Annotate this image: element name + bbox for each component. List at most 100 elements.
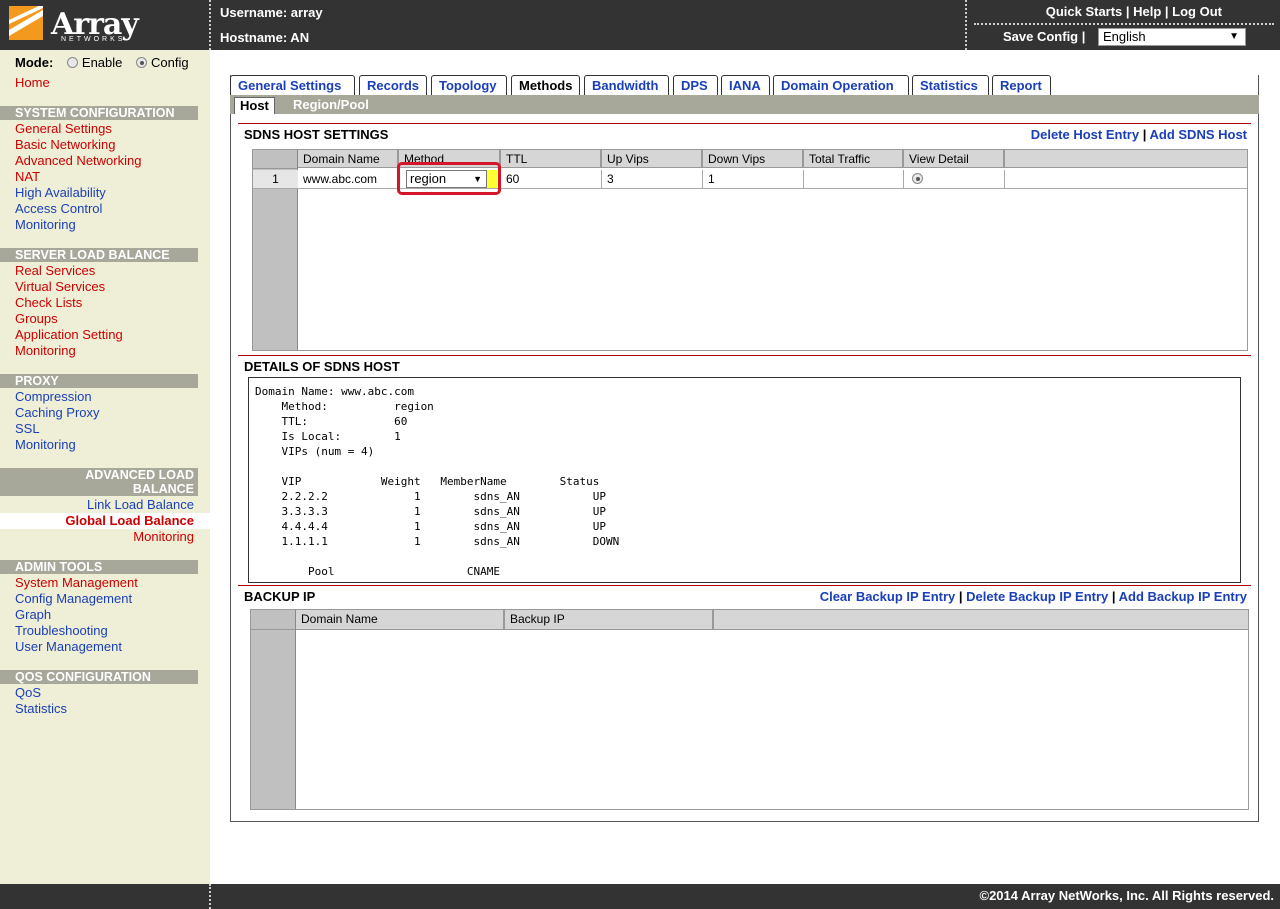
section-server-load-balance: SERVER LOAD BALANCE [0,248,198,262]
cell-total-traffic [804,170,904,189]
tab-statistics[interactable]: Statistics [912,75,989,95]
home-link[interactable]: Home [15,75,50,90]
subtab-region-pool[interactable]: Region/Pool [288,97,374,114]
nav-user-management[interactable]: User Management [15,639,122,655]
nav-general-settings[interactable]: General Settings [15,121,112,137]
section-proxy: PROXY [0,374,198,388]
nav-application-setting[interactable]: Application Setting [15,327,123,343]
mode-config-label: Config [151,55,189,70]
nav-config-management[interactable]: Config Management [15,591,132,607]
language-select[interactable]: English ▼ [1098,28,1246,46]
tab-topology[interactable]: Topology [431,75,507,95]
nav-ssl[interactable]: SSL [15,421,40,437]
section-divider [238,355,1251,356]
tab-methods[interactable]: Methods [511,75,580,95]
grid-corner [253,150,298,169]
sidebar: Mode: Enable Config Home SYSTEM CONFIGUR… [0,50,210,884]
section-divider [238,123,1251,124]
tab-iana[interactable]: IANA [721,75,770,95]
highlight-box [397,162,501,195]
nav-advanced-networking[interactable]: Advanced Networking [15,153,141,169]
row-gutter [251,610,296,809]
col-backup-ip[interactable]: Backup IP [505,610,714,630]
tab-general-settings[interactable]: General Settings [230,75,355,95]
username-label: Username: array [220,5,323,20]
nav-system-monitoring[interactable]: Monitoring [15,217,76,233]
save-config-link[interactable]: Save Config | [1003,29,1085,44]
footer: ©2014 Array NetWorks, Inc. All Rights re… [0,884,1280,909]
header-divider [209,0,211,50]
action-separator: | [1142,127,1150,142]
view-detail-radio[interactable] [912,173,923,184]
nav-proxy-monitoring[interactable]: Monitoring [15,437,76,453]
nav-graph[interactable]: Graph [15,607,51,623]
cell-down-vips[interactable]: 1 [703,170,804,189]
mode-config-radio[interactable] [136,57,148,68]
col-ttl[interactable]: TTL [501,150,602,168]
quick-links[interactable]: Quick Starts | Help | Log Out [1046,4,1222,19]
tab-bandwidth[interactable]: Bandwidth [584,75,669,95]
details-title: DETAILS OF SDNS HOST [244,359,400,374]
logo-subtext: NETWORKS [61,36,126,43]
mode-selector: Mode: Enable Config [15,55,189,70]
host-settings-title: SDNS HOST SETTINGS [244,127,389,142]
nav-basic-networking[interactable]: Basic Networking [15,137,115,153]
tab-report[interactable]: Report [992,75,1051,95]
nav-slb-monitoring[interactable]: Monitoring [15,343,76,359]
nav-global-load-balance[interactable]: Global Load Balance [65,513,194,529]
add-backup-ip-link[interactable]: Add Backup IP Entry [1119,589,1247,604]
cell-up-vips[interactable]: 3 [602,170,703,189]
col-view-detail[interactable]: View Detail [904,150,1005,168]
tab-records[interactable]: Records [359,75,427,95]
subtab-bar: Host Region/Pool [230,95,1259,114]
clear-backup-ip-link[interactable]: Clear Backup IP Entry [820,589,956,604]
nav-real-services[interactable]: Real Services [15,263,95,279]
nav-link-load-balance[interactable]: Link Load Balance [87,497,194,513]
tab-domain-operation[interactable]: Domain Operation [773,75,909,95]
section-admin-tools: ADMIN TOOLS [0,560,198,574]
section-advanced-load-balance: ADVANCED LOAD BALANCE [0,468,198,496]
copyright-text: ©2014 Array NetWorks, Inc. All Rights re… [979,888,1275,903]
nav-access-control[interactable]: Access Control [15,201,102,217]
col-total-traffic[interactable]: Total Traffic [804,150,904,168]
hostname-label: Hostname: AN [220,30,310,45]
row-number: 1 [253,170,298,189]
nav-alb-monitoring[interactable]: Monitoring [133,529,194,545]
nav-qos[interactable]: QoS [15,685,41,701]
nav-compression[interactable]: Compression [15,389,92,405]
nav-troubleshooting[interactable]: Troubleshooting [15,623,108,639]
nav-statistics[interactable]: Statistics [15,701,67,717]
nav-nat[interactable]: NAT [15,169,40,185]
cell-domain-name[interactable]: www.abc.com [298,170,399,189]
section-title-line2: BALANCE [132,482,194,496]
details-panel: Domain Name: www.abc.com Method: region … [248,377,1241,583]
nav-system-management[interactable]: System Management [15,575,138,591]
nav-groups[interactable]: Groups [15,311,58,327]
col-filler [1005,150,1247,168]
nav-caching-proxy[interactable]: Caching Proxy [15,405,100,421]
section-system-configuration: SYSTEM CONFIGURATION [0,106,198,120]
array-logo: Array NETWORKS [9,6,149,46]
mode-enable-label: Enable [81,55,123,70]
top-header: Array NETWORKS Username: array Hostname:… [0,0,1280,50]
col-backup-domain-name[interactable]: Domain Name [296,610,505,630]
add-sdns-host-link[interactable]: Add SDNS Host [1150,127,1248,142]
host-actions: Delete Host Entry | Add SDNS Host [1031,127,1247,142]
cell-filler [1005,170,1247,189]
cell-view-detail [904,170,1005,189]
nav-virtual-services[interactable]: Virtual Services [15,279,105,295]
tab-dps[interactable]: DPS [673,75,718,95]
col-up-vips[interactable]: Up Vips [602,150,703,168]
delete-host-entry-link[interactable]: Delete Host Entry [1031,127,1139,142]
nav-high-availability[interactable]: High Availability [15,185,106,201]
col-down-vips[interactable]: Down Vips [703,150,804,168]
delete-backup-ip-link[interactable]: Delete Backup IP Entry [966,589,1108,604]
cell-ttl[interactable]: 60 [501,170,602,189]
mode-enable-radio[interactable] [66,57,78,68]
subtab-host[interactable]: Host [234,97,275,114]
footer-divider [209,884,211,909]
nav-check-lists[interactable]: Check Lists [15,295,82,311]
col-domain-name[interactable]: Domain Name [298,150,399,168]
action-separator: | [1111,589,1119,604]
section-qos-configuration: QOS CONFIGURATION [0,670,198,684]
